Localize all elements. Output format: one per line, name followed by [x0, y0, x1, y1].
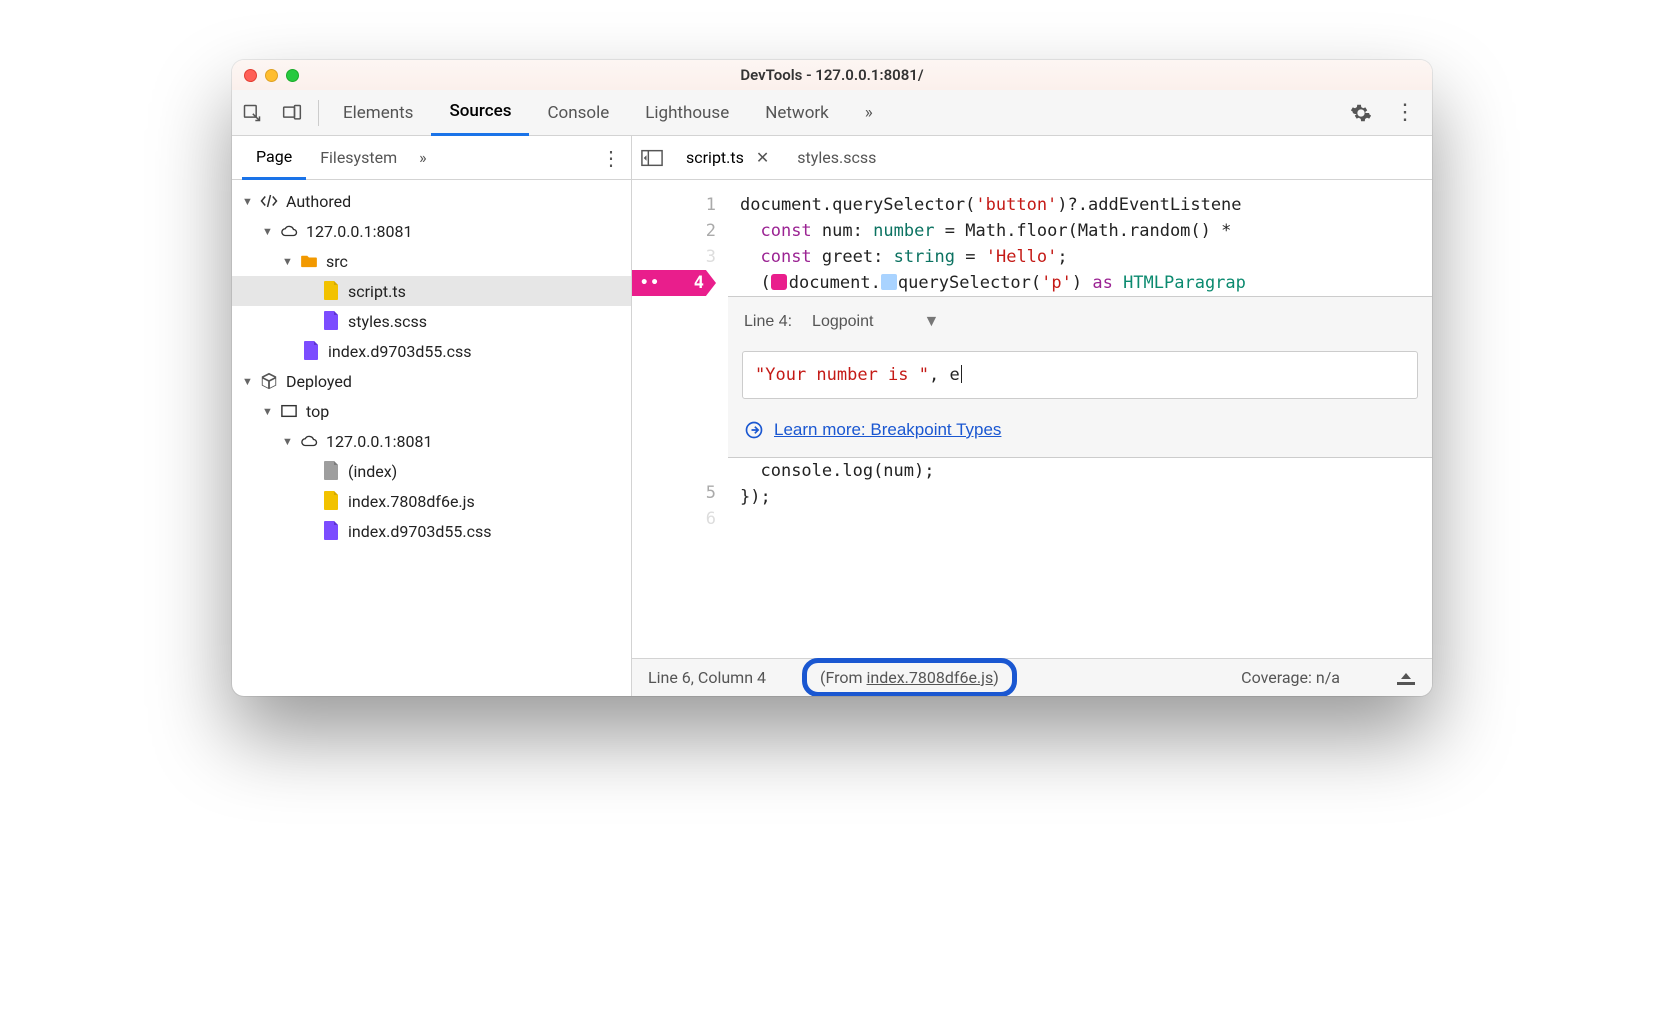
file-tabs: script.ts ✕ styles.scss — [632, 136, 1432, 180]
learn-more-link[interactable]: Learn more: Breakpoint Types — [774, 417, 1001, 443]
window-title: DevTools - 127.0.0.1:8081/ — [740, 66, 923, 84]
line-number[interactable]: 2 — [632, 218, 716, 244]
code-content[interactable]: document.querySelector('button')?.addEve… — [728, 180, 1432, 658]
tree-top[interactable]: ▼ top — [232, 396, 631, 426]
tree-src-folder[interactable]: ▼ src — [232, 246, 631, 276]
settings-icon[interactable] — [1350, 102, 1372, 124]
tree-label: styles.scss — [348, 312, 427, 331]
file-tab-label: script.ts — [686, 148, 744, 167]
titlebar: DevTools - 127.0.0.1:8081/ — [232, 60, 1432, 90]
main-area: Page Filesystem » ⋮ ▼ Authored ▼ 127.0.0… — [232, 136, 1432, 696]
kebab-menu-icon[interactable]: ⋮ — [1394, 100, 1416, 125]
breakpoint-type-label: Logpoint — [812, 309, 873, 335]
close-window-button[interactable] — [244, 69, 257, 82]
source-map-origin[interactable]: (From index.7808df6e.js) — [806, 662, 1013, 693]
logpoint-panel: Line 4: Logpoint ▼ "Your number is ", e — [728, 296, 1432, 458]
logpoint-line-label: Line 4: — [744, 309, 792, 335]
nav-tabs-overflow[interactable]: » — [419, 148, 427, 167]
logpoint-marker[interactable]: •• 4 — [632, 270, 716, 296]
css-file-icon — [322, 522, 340, 540]
info-circle-icon — [744, 420, 764, 440]
file-tab-script[interactable]: script.ts ✕ — [672, 136, 783, 180]
folder-icon — [300, 252, 318, 270]
line-number-gutter[interactable]: 1 2 3 •• 4 5 6 — [632, 180, 728, 658]
zoom-window-button[interactable] — [286, 69, 299, 82]
minimize-window-button[interactable] — [265, 69, 278, 82]
status-bar: Line 6, Column 4 (From index.7808df6e.js… — [632, 658, 1432, 696]
css-file-icon — [302, 342, 320, 360]
tree-label: Deployed — [286, 372, 352, 391]
navigator-tabs: Page Filesystem » ⋮ — [232, 136, 631, 180]
tab-console[interactable]: Console — [529, 90, 627, 136]
main-tabbar: Elements Sources Console Lighthouse Netw… — [232, 90, 1432, 136]
line-number[interactable]: 5 — [632, 480, 716, 506]
line-number[interactable]: 6 — [632, 506, 716, 532]
device-toolbar-icon[interactable] — [272, 90, 312, 136]
tab-elements[interactable]: Elements — [325, 90, 431, 136]
tree-authored[interactable]: ▼ Authored — [232, 186, 631, 216]
js-file-icon — [322, 492, 340, 510]
tree-host2[interactable]: ▼ 127.0.0.1:8081 — [232, 426, 631, 456]
tree-file-styles[interactable]: styles.scss — [232, 306, 631, 336]
show-drawer-icon[interactable] — [1396, 670, 1416, 686]
coverage-status: Coverage: n/a — [1241, 668, 1340, 687]
tree-label: index.d9703d55.css — [328, 342, 472, 361]
logpoint-expression-input[interactable]: "Your number is ", e — [742, 351, 1418, 399]
tree-label: script.ts — [348, 282, 406, 301]
tree-label: src — [326, 252, 348, 271]
js-file-icon — [322, 282, 340, 300]
file-icon — [322, 462, 340, 480]
code-editor[interactable]: 1 2 3 •• 4 5 6 document.querySelector('b… — [632, 180, 1432, 658]
line-number: 4 — [694, 270, 704, 296]
close-tab-icon[interactable]: ✕ — [756, 148, 769, 167]
nav-kebab-icon[interactable]: ⋮ — [601, 146, 621, 170]
tree-file-indexjs[interactable]: index.7808df6e.js — [232, 486, 631, 516]
file-tree: ▼ Authored ▼ 127.0.0.1:8081 ▼ src script… — [232, 180, 631, 696]
tree-label: top — [306, 402, 329, 421]
tree-file-indexcss2[interactable]: index.d9703d55.css — [232, 516, 631, 546]
tab-sources[interactable]: Sources — [431, 90, 529, 136]
editor-pane: script.ts ✕ styles.scss 1 2 3 •• 4 — [632, 136, 1432, 696]
cloud-icon — [280, 222, 298, 240]
tree-label: 127.0.0.1:8081 — [306, 222, 412, 241]
highlight-ring — [802, 658, 1017, 696]
nav-tab-page[interactable]: Page — [242, 136, 306, 180]
tree-file-indexcss[interactable]: index.d9703d55.css — [232, 336, 631, 366]
cube-icon — [260, 372, 278, 390]
tree-file-index[interactable]: (index) — [232, 456, 631, 486]
tree-label: Authored — [286, 192, 351, 211]
blue-chip-icon — [881, 274, 897, 290]
file-tab-styles[interactable]: styles.scss — [783, 136, 890, 180]
tree-file-script[interactable]: script.ts — [232, 276, 631, 306]
tree-label: 127.0.0.1:8081 — [326, 432, 432, 451]
cursor-position: Line 6, Column 4 — [648, 668, 766, 687]
cloud-icon — [300, 432, 318, 450]
code-icon — [260, 192, 278, 210]
css-file-icon — [322, 312, 340, 330]
window-controls — [244, 69, 299, 82]
inspect-element-icon[interactable] — [232, 90, 272, 136]
tree-label: index.7808df6e.js — [348, 492, 475, 511]
tab-network[interactable]: Network — [747, 90, 847, 136]
tree-host[interactable]: ▼ 127.0.0.1:8081 — [232, 216, 631, 246]
toggle-navigator-icon[interactable] — [632, 136, 672, 180]
line-number[interactable]: 1 — [632, 192, 716, 218]
tree-label: index.d9703d55.css — [348, 522, 492, 541]
frame-icon — [280, 402, 298, 420]
tree-label: (index) — [348, 462, 397, 481]
tab-lighthouse[interactable]: Lighthouse — [627, 90, 747, 136]
navigator-pane: Page Filesystem » ⋮ ▼ Authored ▼ 127.0.0… — [232, 136, 632, 696]
line-number[interactable]: 3 — [632, 244, 716, 270]
tree-deployed[interactable]: ▼ Deployed — [232, 366, 631, 396]
file-tab-label: styles.scss — [797, 148, 876, 167]
nav-tab-filesystem[interactable]: Filesystem — [306, 136, 411, 180]
devtools-window: DevTools - 127.0.0.1:8081/ Elements Sour… — [232, 60, 1432, 696]
breakpoint-type-select[interactable]: Logpoint ▼ — [812, 309, 939, 335]
tabs-overflow[interactable]: » — [847, 90, 891, 136]
chevron-down-icon: ▼ — [923, 309, 939, 335]
pink-chip-icon — [771, 274, 787, 290]
